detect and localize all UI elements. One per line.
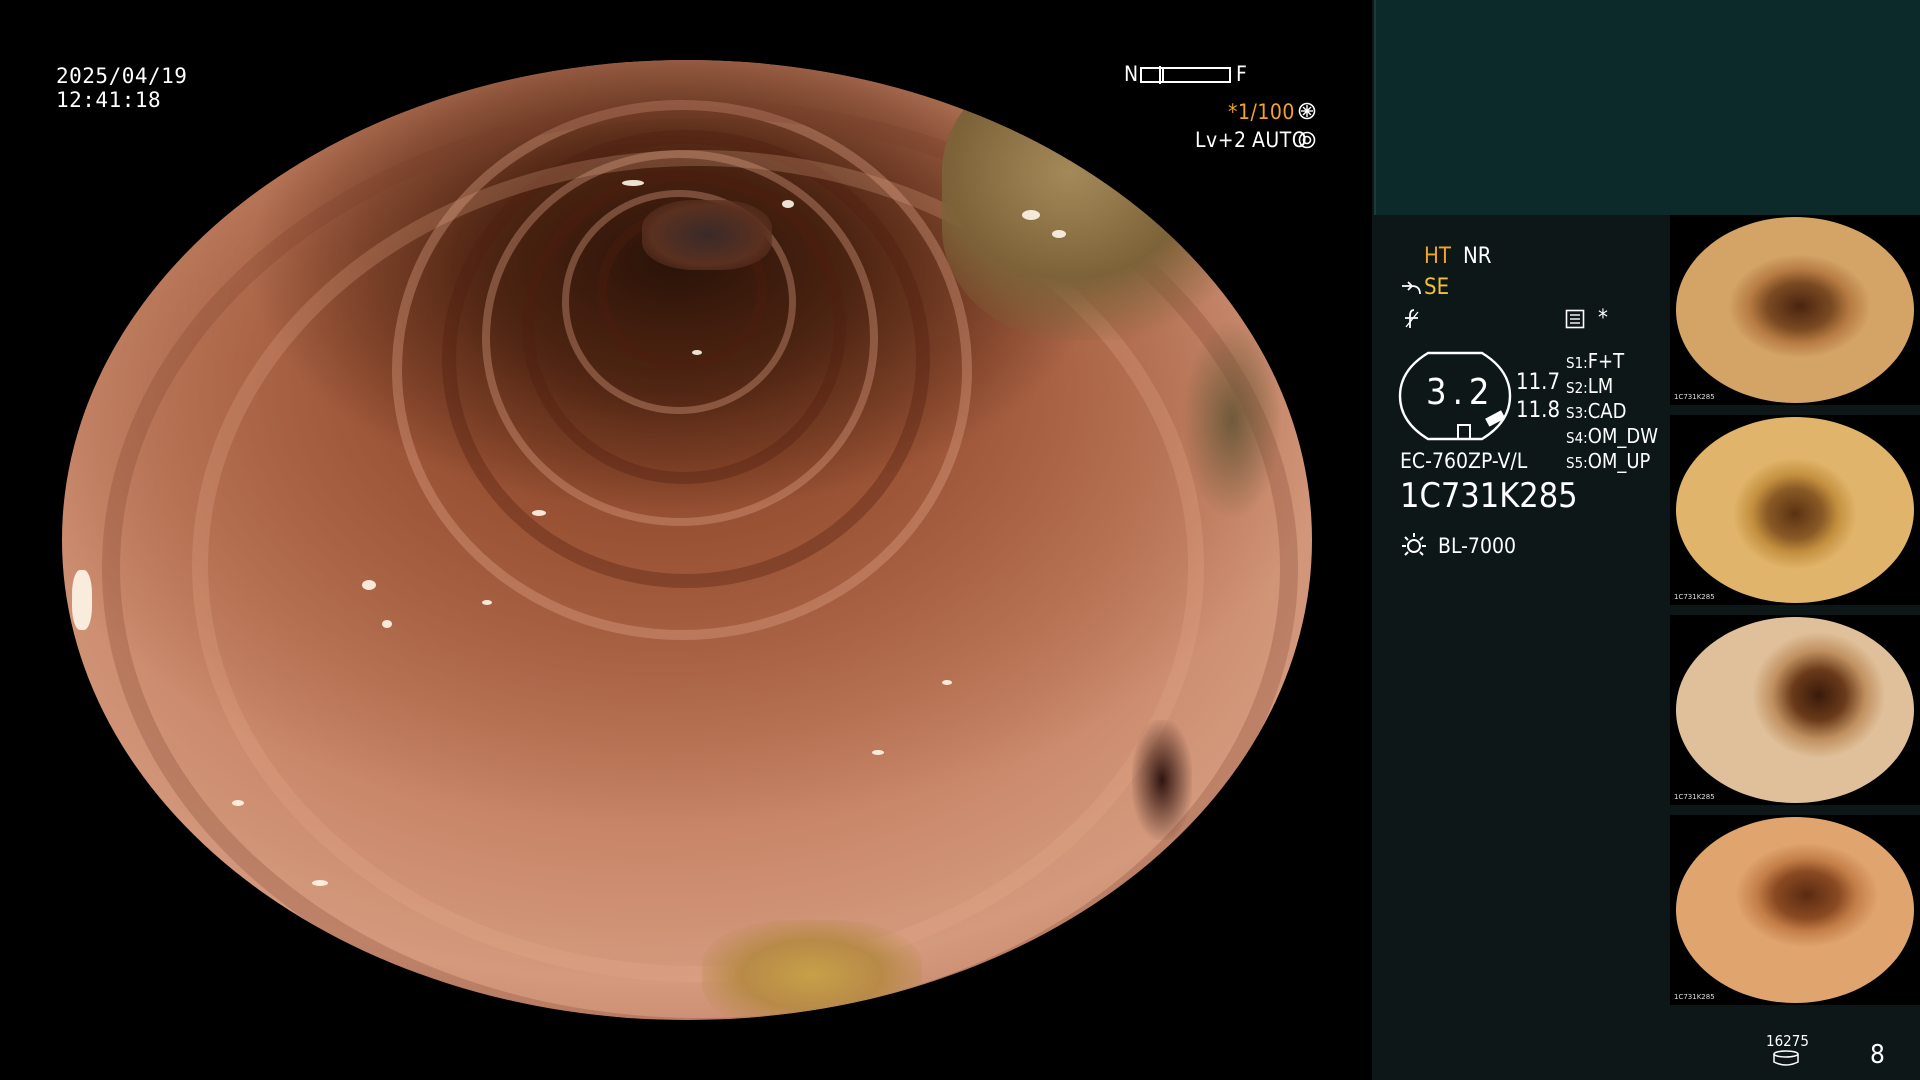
exam-time: 12:41:18 bbox=[56, 88, 162, 112]
thumbnail-serial: 1C731K285 bbox=[1674, 393, 1715, 401]
exam-date: 2025/04/19 bbox=[56, 64, 188, 88]
se-hook-icon bbox=[1402, 281, 1421, 295]
preset-value: CAD bbox=[1587, 399, 1627, 423]
shutter-gear-icon bbox=[1298, 102, 1316, 120]
preset-value: OM_UP bbox=[1587, 449, 1651, 473]
scope-model: EC-760ZP-V/L bbox=[1400, 449, 1528, 473]
thumbnail-serial: 1C731K285 bbox=[1674, 793, 1715, 801]
ht-mode: HT bbox=[1424, 244, 1451, 269]
scope-serial: 1C731K285 bbox=[1400, 476, 1578, 516]
sharpness-icon bbox=[1405, 309, 1419, 328]
preset-key: S1: bbox=[1566, 354, 1588, 372]
exposure-level: Lv+2 bbox=[1195, 128, 1247, 152]
thumbnail-4[interactable]: 1C731K285 bbox=[1670, 815, 1920, 1005]
preset-value: OM_DW bbox=[1587, 424, 1659, 448]
gauge-lower: 11.8 bbox=[1516, 398, 1561, 423]
scale-far-label: F bbox=[1236, 62, 1248, 86]
thumbnail-serial: 1C731K285 bbox=[1674, 593, 1715, 601]
preset-key: S3: bbox=[1566, 404, 1588, 422]
scale-near-label: N bbox=[1124, 62, 1139, 86]
star-marker: * bbox=[1598, 306, 1608, 331]
image-count: 8 bbox=[1870, 1040, 1885, 1070]
disk-icon bbox=[1773, 1050, 1799, 1066]
preset-key: S2: bbox=[1566, 379, 1588, 397]
sun-icon bbox=[1402, 533, 1426, 556]
shutter-speed: *1/100 bbox=[1228, 100, 1295, 124]
info-panel-header bbox=[1374, 0, 1920, 215]
preset-key: S4: bbox=[1566, 429, 1588, 447]
preset-key: S5: bbox=[1566, 454, 1588, 472]
thumbnail-1[interactable]: 1C731K285 bbox=[1670, 215, 1920, 405]
zoom-scale-bar bbox=[1140, 66, 1231, 84]
preset-value: LM bbox=[1587, 374, 1614, 398]
se-mode: SE bbox=[1424, 275, 1450, 300]
thumbnail-serial: 1C731K285 bbox=[1674, 993, 1715, 1001]
gauge-value: 3.2 bbox=[1426, 372, 1496, 413]
gauge-upper: 11.7 bbox=[1516, 370, 1561, 395]
endoscope-view bbox=[62, 60, 1312, 1020]
preset-value: F+T bbox=[1587, 349, 1625, 373]
light-source: BL-7000 bbox=[1438, 534, 1517, 558]
storage-remaining: 16275 bbox=[1766, 1032, 1809, 1050]
preset-list: S1:F+T S2:LM S3:CAD S4:OM_DW S5:OM_UP bbox=[1566, 348, 1658, 473]
thumbnail-3[interactable]: 1C731K285 bbox=[1670, 615, 1920, 805]
nr-mode: NR bbox=[1463, 244, 1492, 269]
menu-doc-icon bbox=[1565, 309, 1585, 329]
auto-iris-icon bbox=[1298, 131, 1316, 149]
thumbnail-2[interactable]: 1C731K285 bbox=[1670, 415, 1920, 605]
